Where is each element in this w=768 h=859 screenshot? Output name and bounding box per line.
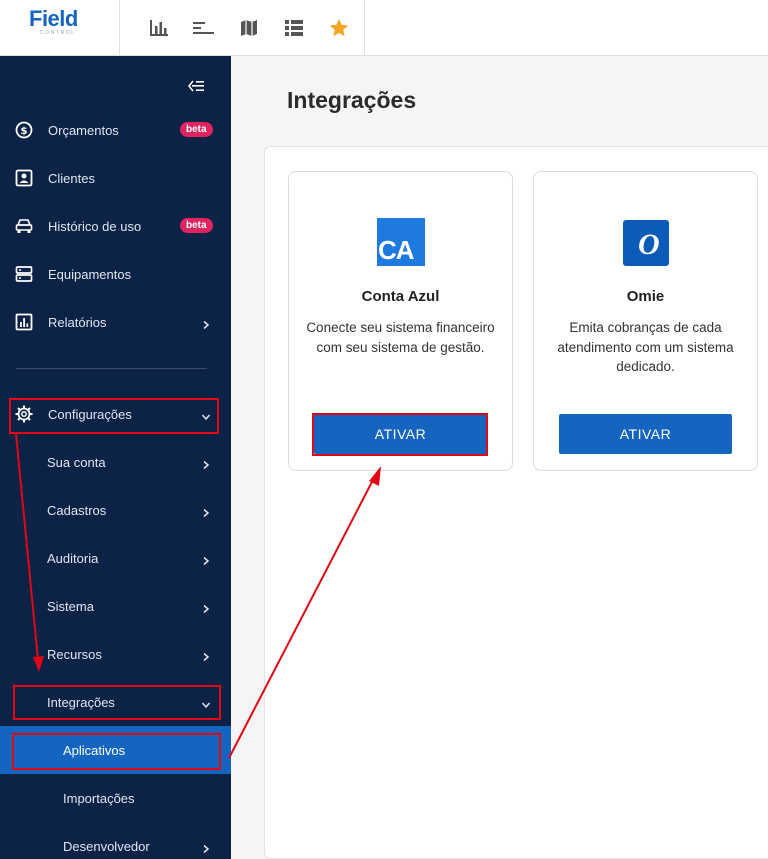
sidebar-item-equipamentos[interactable]: Equipamentos (0, 250, 231, 298)
beta-badge: beta (180, 122, 213, 137)
sidebar-item-label: Integrações (47, 694, 115, 710)
sidebar-divider (16, 368, 207, 369)
brand-name: Field (29, 6, 78, 31)
sidebar-item-integracoes[interactable]: Integrações (0, 678, 231, 726)
chevron-right-icon (201, 457, 211, 470)
brand-tagline: CONTROL (40, 30, 76, 36)
chevron-right-icon (201, 505, 211, 518)
contact-card-icon (15, 169, 33, 187)
sidebar-item-label: Orçamentos (48, 122, 119, 138)
svg-text:$: $ (21, 126, 28, 137)
sidebar-item-historico[interactable]: Histórico de uso beta (0, 202, 231, 250)
activate-button-omie[interactable]: ATIVAR (559, 414, 732, 454)
report-chart-icon (15, 313, 33, 331)
sidebar-item-label: Auditoria (47, 550, 99, 566)
integration-card-conta-azul: CA Conta Azul Conecte seu sistema financ… (288, 171, 513, 471)
brand-logo[interactable]: Field CONTROL (0, 0, 120, 55)
sidebar: $ Orçamentos beta Clientes Histórico de … (0, 56, 231, 859)
chevron-down-icon (201, 697, 211, 709)
dollar-circle-icon: $ (15, 121, 33, 139)
chevron-down-icon (201, 409, 211, 421)
gear-icon (15, 405, 33, 423)
sidebar-item-sistema[interactable]: Sistema (0, 582, 231, 630)
integration-card-omie: O Omie Emita cobranças de cada atendimen… (533, 171, 758, 471)
sidebar-item-label: Clientes (48, 170, 95, 186)
sidebar-item-sua-conta[interactable]: Sua conta (0, 438, 231, 486)
chevron-right-icon (201, 601, 211, 614)
server-icon (15, 265, 33, 283)
map-icon[interactable] (226, 10, 271, 46)
car-icon (15, 217, 33, 235)
bar-chart-icon[interactable] (136, 10, 181, 46)
sidebar-item-aplicativos[interactable]: Aplicativos (0, 726, 231, 774)
activate-button-conta-azul[interactable]: ATIVAR (314, 414, 487, 454)
omie-logo-text: O (638, 228, 660, 261)
sidebar-item-label: Desenvolvedor (63, 838, 150, 854)
sidebar-item-label: Histórico de uso (48, 218, 142, 234)
sidebar-item-importacoes[interactable]: Importações (0, 774, 231, 822)
page-title: Integrações (287, 87, 417, 113)
toolbar (120, 0, 365, 55)
sidebar-item-label: Configurações (48, 406, 132, 422)
conta-azul-logo: CA (377, 218, 425, 266)
sidebar-item-cadastros[interactable]: Cadastros (0, 486, 231, 534)
card-description: Emita cobranças de cada atendimento com … (557, 320, 734, 374)
collapse-menu-icon[interactable] (187, 79, 204, 97)
chevron-right-icon (201, 317, 211, 330)
conta-azul-logo-text: CA (378, 235, 415, 265)
sidebar-item-auditoria[interactable]: Auditoria (0, 534, 231, 582)
star-icon[interactable] (316, 10, 361, 46)
sidebar-item-label: Recursos (47, 646, 102, 662)
card-title: Conta Azul (361, 288, 440, 305)
sidebar-item-label: Aplicativos (63, 742, 126, 758)
list-icon[interactable] (271, 10, 316, 46)
sidebar-item-label: Relatórios (48, 314, 107, 330)
list-sort-icon[interactable] (181, 10, 226, 46)
sidebar-item-recursos[interactable]: Recursos (0, 630, 231, 678)
card-title: Omie (626, 288, 665, 305)
sidebar-item-label: Sistema (47, 598, 94, 614)
sidebar-item-orcamentos[interactable]: $ Orçamentos beta (0, 106, 231, 154)
card-description: Conecte seu sistema financeiro com seu s… (306, 320, 495, 355)
sidebar-item-label: Equipamentos (48, 266, 132, 282)
sidebar-item-configuracoes[interactable]: Configurações (0, 390, 231, 438)
beta-badge: beta (180, 218, 213, 233)
chevron-right-icon (201, 841, 211, 854)
sidebar-item-label: Importações (63, 790, 135, 806)
sidebar-item-relatorios[interactable]: Relatórios (0, 298, 231, 346)
sidebar-item-label: Cadastros (47, 502, 107, 518)
chevron-right-icon (201, 553, 211, 566)
sidebar-item-label: Sua conta (47, 454, 106, 470)
omie-logo: O (623, 220, 669, 266)
chevron-right-icon (201, 649, 211, 662)
sidebar-item-desenvolvedor[interactable]: Desenvolvedor (0, 822, 231, 859)
sidebar-item-clientes[interactable]: Clientes (0, 154, 231, 202)
top-bar: Field CONTROL (0, 0, 768, 56)
